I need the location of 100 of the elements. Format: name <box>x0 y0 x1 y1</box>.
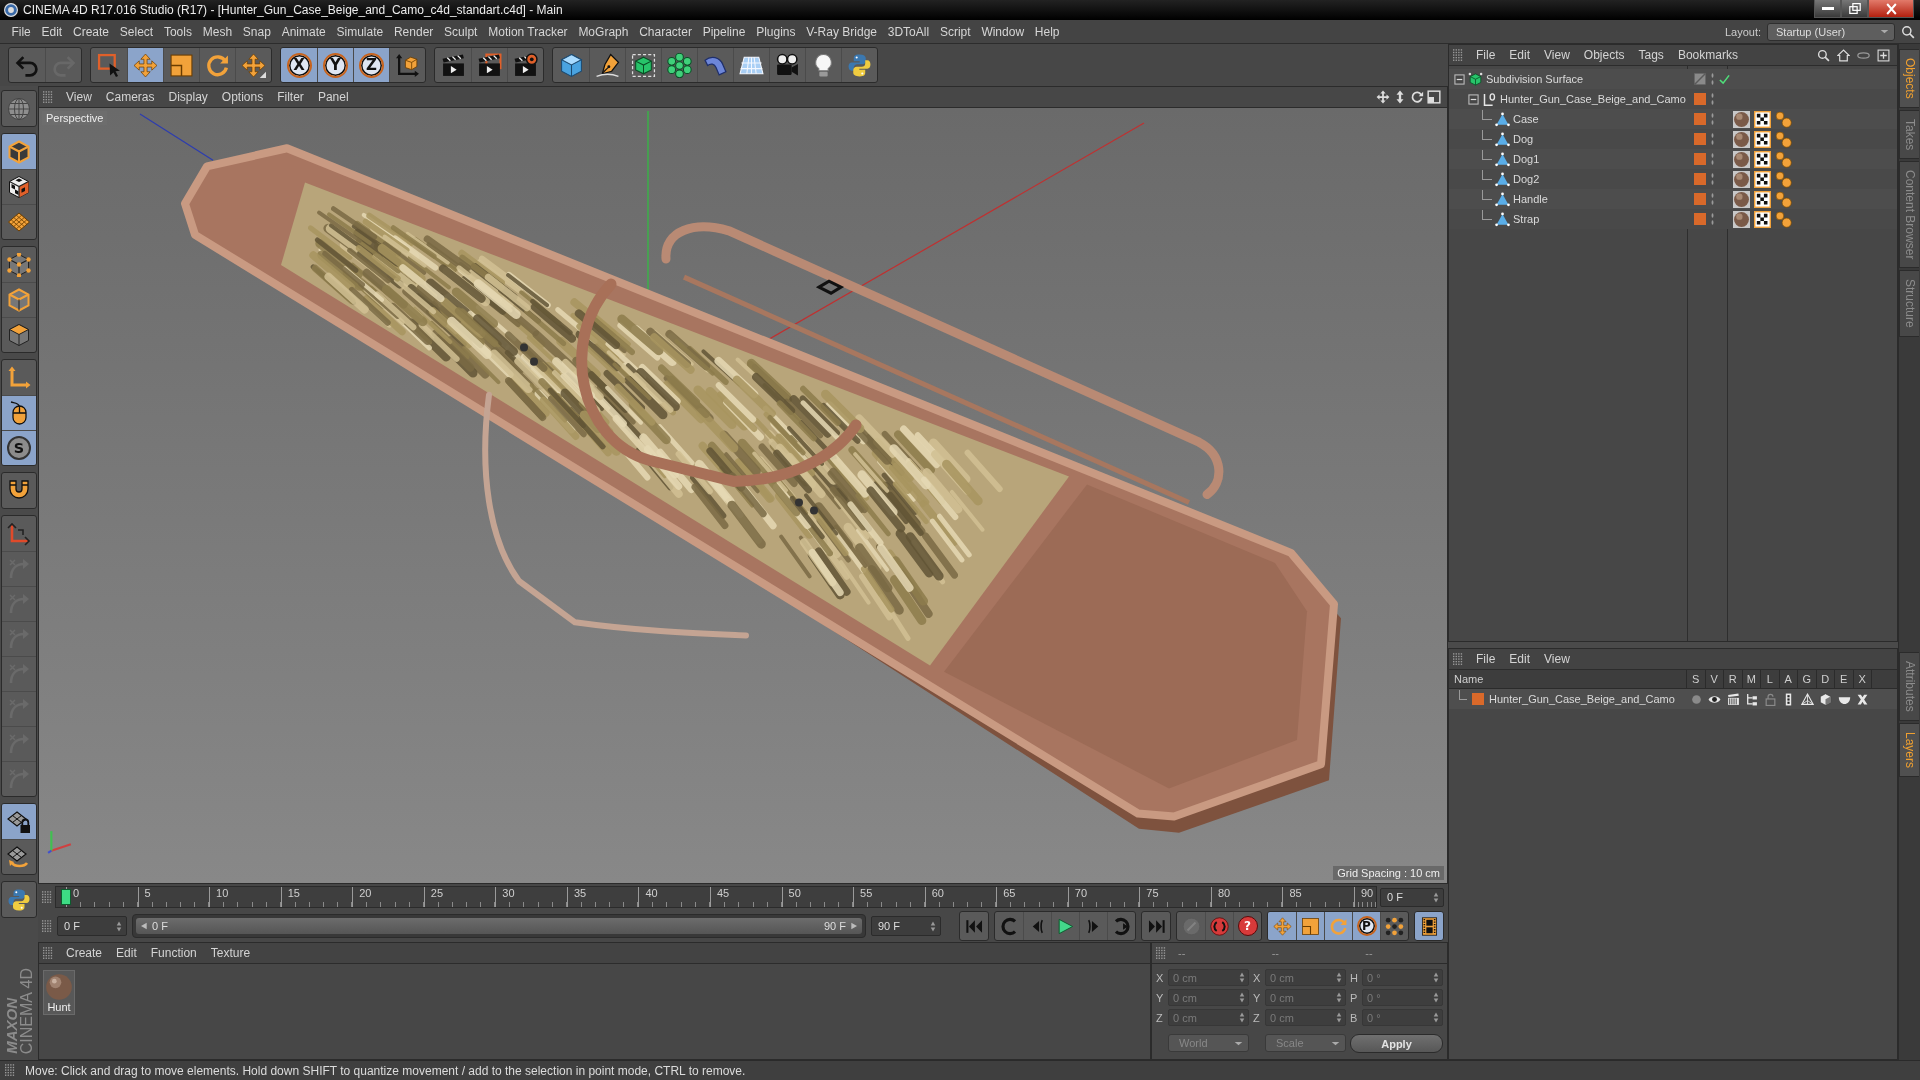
x-shape-icon[interactable] <box>1856 692 1870 706</box>
column-header[interactable]: M <box>1746 673 1756 685</box>
menu-item[interactable]: Motion Tracker <box>482 24 573 39</box>
layer-color-icon[interactable] <box>1694 153 1706 165</box>
key-param-button[interactable]: P <box>1352 912 1380 940</box>
material-sphere-icon[interactable] <box>1733 170 1750 188</box>
menu-item[interactable]: File <box>1469 48 1503 62</box>
material-sphere-icon[interactable] <box>1733 130 1750 148</box>
material-sphere-icon[interactable] <box>1733 110 1750 128</box>
visibility-dots-icon[interactable] <box>1710 113 1715 125</box>
menu-item[interactable]: Mesh <box>197 24 238 39</box>
two-balls-icon[interactable] <box>1775 190 1792 208</box>
menu-item[interactable]: View <box>1537 652 1577 666</box>
axis-lock-button[interactable]: X <box>281 48 317 82</box>
minus-box-icon[interactable] <box>1468 93 1479 105</box>
caret-icon[interactable] <box>1880 28 1889 35</box>
timeline-button[interactable] <box>1414 911 1444 941</box>
two-balls-icon[interactable] <box>1775 210 1792 228</box>
menu-item[interactable]: Create <box>59 946 110 960</box>
object-row[interactable]: Case <box>1449 109 1897 129</box>
home-icon[interactable] <box>1837 48 1850 62</box>
two-balls-icon[interactable] <box>1775 110 1792 128</box>
spinner-arrows-icon[interactable] <box>930 920 936 932</box>
grip-handle-icon[interactable] <box>42 919 52 933</box>
pyramid-icon[interactable] <box>1800 692 1814 706</box>
frame-field[interactable]: 0 F <box>1380 887 1444 907</box>
column-header[interactable]: L <box>1766 673 1773 685</box>
menu-item[interactable]: Pipeline <box>697 24 751 39</box>
maximize-icon[interactable] <box>1427 90 1441 104</box>
visibility-dots-icon[interactable] <box>1710 213 1715 225</box>
menu-item[interactable]: Render <box>388 24 439 39</box>
menu-item[interactable]: Select <box>114 24 159 39</box>
hierarchy-icon[interactable] <box>1745 692 1759 706</box>
visibility-dots-icon[interactable] <box>1710 133 1715 145</box>
grip-handle-icon[interactable] <box>1453 48 1463 62</box>
side-tab[interactable]: Objects <box>1899 49 1919 108</box>
menu-item[interactable]: Filter <box>270 90 311 104</box>
menu-item[interactable]: Character <box>633 24 698 39</box>
grip-handle-icon[interactable] <box>43 90 53 104</box>
material-item[interactable]: Hunt <box>43 970 75 1015</box>
menu-item[interactable]: Texture <box>203 946 258 960</box>
visibility-dots-icon[interactable] <box>1710 153 1715 165</box>
check-icon[interactable] <box>1719 73 1730 85</box>
solo-button[interactable]: S <box>2 430 36 465</box>
layer-color-icon[interactable] <box>1694 113 1706 125</box>
python-button[interactable] <box>1 881 37 918</box>
menu-item[interactable]: Edit <box>109 946 144 960</box>
layer-color-icon[interactable] <box>1694 93 1706 105</box>
minimize-button[interactable] <box>1814 0 1841 18</box>
layer-color-icon[interactable] <box>1694 173 1706 185</box>
menu-item[interactable]: Plugins <box>750 24 801 39</box>
maximize-button[interactable] <box>1841 0 1868 18</box>
menu-item[interactable]: Edit <box>1502 48 1538 62</box>
column-header[interactable]: A <box>1784 673 1792 685</box>
checker-tag-icon[interactable] <box>1754 130 1771 148</box>
checker-tag-icon[interactable] <box>1754 170 1771 188</box>
shaded-cube-icon[interactable] <box>1819 692 1833 706</box>
column-header[interactable]: Name <box>1454 673 1484 685</box>
material-sphere-icon[interactable] <box>1733 150 1750 168</box>
orbit-icon[interactable] <box>1410 90 1424 104</box>
column-header[interactable]: E <box>1840 673 1848 685</box>
menu-item[interactable]: View <box>1537 48 1577 62</box>
side-tab[interactable]: Layers <box>1899 722 1919 777</box>
checker-tag-icon[interactable] <box>1754 150 1771 168</box>
grid-lock-button[interactable] <box>2 804 36 839</box>
column-header[interactable]: X <box>1858 673 1866 685</box>
grip-handle-icon[interactable] <box>5 1064 15 1077</box>
add-panel-icon[interactable] <box>1877 48 1890 62</box>
search-icon[interactable] <box>1901 24 1915 39</box>
two-balls-icon[interactable] <box>1775 170 1792 188</box>
menu-item[interactable]: Snap <box>237 24 277 39</box>
menu-item[interactable]: Display <box>161 90 215 104</box>
pan-arrows-icon[interactable] <box>1376 90 1390 104</box>
model-button[interactable] <box>2 134 36 169</box>
visibility-dots-icon[interactable] <box>1710 93 1715 105</box>
visibility-dots-icon[interactable] <box>1710 193 1715 205</box>
layer-row[interactable]: Hunter_Gun_Case_Beige_and_Camo <box>1449 689 1897 709</box>
goto-end-button[interactable] <box>1141 911 1171 941</box>
menu-item[interactable]: File <box>1469 652 1503 666</box>
menu-item[interactable]: Edit <box>36 24 68 39</box>
menu-item[interactable]: Objects <box>1576 48 1632 62</box>
menu-item[interactable]: View <box>59 90 99 104</box>
object-row[interactable]: Subdivision Surface <box>1449 69 1897 89</box>
menu-item[interactable]: Function <box>143 946 204 960</box>
axis-lock-button[interactable]: Z <box>353 48 389 82</box>
column-header[interactable]: G <box>1802 673 1812 685</box>
material-sphere-icon[interactable] <box>1733 210 1750 228</box>
menu-item[interactable]: Edit <box>1502 652 1538 666</box>
checker-tag-icon[interactable] <box>1754 190 1771 208</box>
minus-box-icon[interactable] <box>1454 73 1465 85</box>
timeline-ruler[interactable]: 0 5 10 15 20 25 30 35 40 45 50 55 60 65 70 75 80 85 90 <box>55 886 1377 908</box>
menu-item[interactable]: Create <box>67 24 115 39</box>
close-button[interactable] <box>1868 0 1914 18</box>
grip-handle-icon[interactable] <box>1453 652 1463 666</box>
checker-tag-icon[interactable] <box>1754 110 1771 128</box>
goto-start-button[interactable] <box>959 911 989 941</box>
object-row[interactable]: Handle <box>1449 189 1897 209</box>
column-header[interactable]: S <box>1692 673 1700 685</box>
two-balls-icon[interactable] <box>1775 130 1792 148</box>
menu-item[interactable]: 3DToAll <box>882 24 935 39</box>
